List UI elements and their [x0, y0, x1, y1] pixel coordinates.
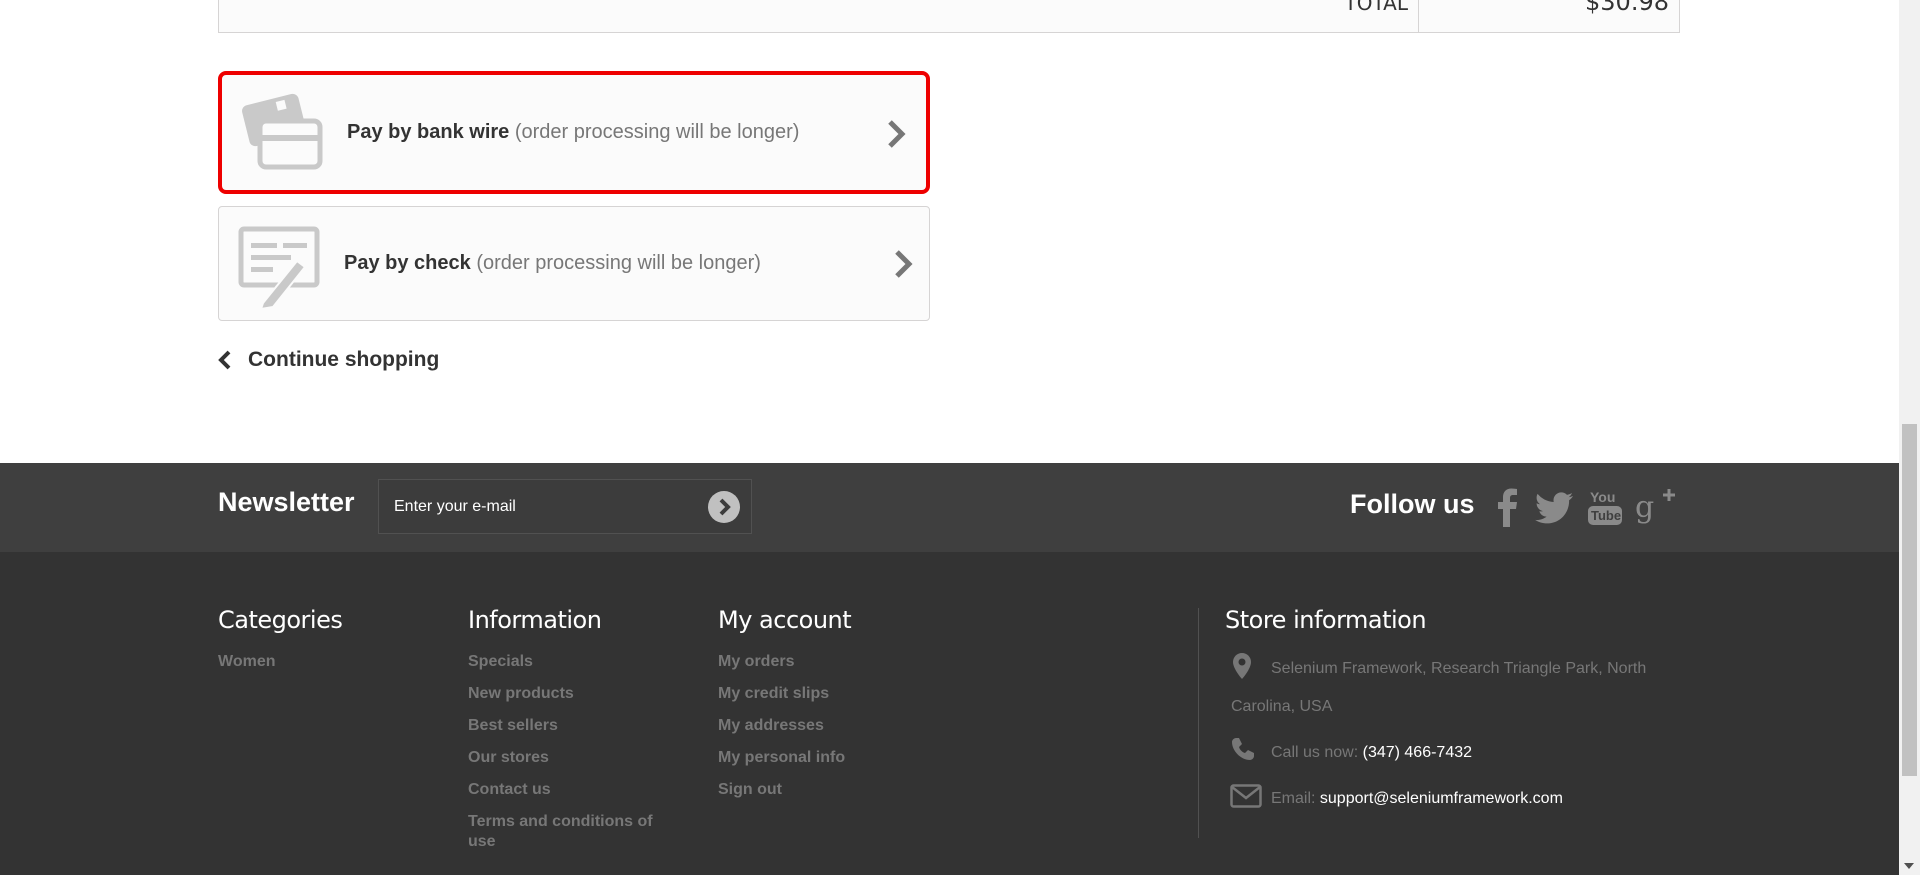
chevron-right-icon	[888, 120, 906, 148]
google-plus-icon[interactable]: g	[1635, 487, 1675, 527]
categories-title: Categories	[218, 606, 343, 634]
bank-card-icon	[242, 93, 323, 170]
newsletter-band: Newsletter Follow us You Tube g	[0, 463, 1899, 552]
cart-total-row: TOTAL $30.98	[218, 0, 1680, 33]
store-phone: (347) 466-7432	[1362, 744, 1473, 761]
store-address-line2: Carolina, USA	[1231, 698, 1333, 715]
footer-link-my-orders[interactable]: My orders	[718, 652, 918, 672]
phone-icon	[1232, 738, 1254, 760]
continue-shopping-label: Continue shopping	[248, 348, 440, 371]
pay-bank-wire-option[interactable]: Pay by bank wire (order processing will …	[218, 71, 930, 194]
newsletter-title: Newsletter	[218, 487, 355, 517]
footer-link-new-products[interactable]: New products	[468, 684, 668, 704]
email-label: Email:	[1271, 790, 1316, 807]
footer-link-sign-out[interactable]: Sign out	[718, 780, 918, 800]
youtube-icon[interactable]: You Tube	[1586, 487, 1626, 527]
call-us-label: Call us now:	[1271, 744, 1359, 761]
continue-shopping-link[interactable]: Continue shopping	[218, 346, 439, 374]
map-marker-icon	[1233, 653, 1251, 679]
store-email-link[interactable]: support@seleniumframework.com	[1320, 790, 1563, 807]
my-account-list: My orders My credit slips My addresses M…	[718, 652, 918, 812]
store-divider	[1198, 608, 1199, 838]
twitter-icon[interactable]	[1535, 487, 1575, 527]
categories-list: Women	[218, 652, 418, 684]
chevron-right-icon	[895, 250, 913, 278]
svg-text:You: You	[1590, 489, 1615, 505]
footer-link-credit-slips[interactable]: My credit slips	[718, 684, 918, 704]
footer-link-women[interactable]: Women	[218, 652, 418, 672]
pay-check-label: Pay by check	[344, 252, 471, 274]
follow-us-title: Follow us	[1350, 489, 1475, 519]
svg-text:g: g	[1635, 490, 1654, 525]
svg-text:Tube: Tube	[1591, 508, 1621, 523]
pay-check-note: (order processing will be longer)	[476, 252, 761, 274]
scrollbar-thumb[interactable]	[1902, 424, 1917, 776]
store-email-line: Email: support@seleniumframework.com	[1271, 790, 1563, 808]
store-address-line1: Selenium Framework, Research Triangle Pa…	[1271, 660, 1647, 677]
pay-bank-wire-text: Pay by bank wire (order processing will …	[347, 121, 799, 144]
total-label: TOTAL	[219, 0, 1419, 32]
newsletter-form	[378, 479, 752, 534]
arrow-right-icon	[719, 498, 731, 516]
footer-link-terms[interactable]: Terms and conditions of use	[468, 812, 668, 852]
footer-link-our-stores[interactable]: Our stores	[468, 748, 668, 768]
my-account-title: My account	[718, 606, 852, 634]
newsletter-submit-button[interactable]	[708, 491, 740, 523]
envelope-icon	[1230, 784, 1262, 808]
facebook-icon[interactable]	[1488, 487, 1528, 527]
total-value: $30.98	[1585, 0, 1669, 16]
pay-check-option[interactable]: Pay by check (order processing will be l…	[218, 206, 930, 321]
newsletter-email-input[interactable]	[379, 480, 699, 533]
footer-link-personal-info[interactable]: My personal info	[718, 748, 918, 768]
information-list: Specials New products Best sellers Our s…	[468, 652, 668, 864]
chevron-left-icon	[218, 350, 231, 370]
pay-check-text: Pay by check (order processing will be l…	[344, 252, 761, 275]
footer-link-addresses[interactable]: My addresses	[718, 716, 918, 736]
page-scrollbar[interactable]	[1899, 0, 1920, 875]
pay-bank-wire-label: Pay by bank wire	[347, 121, 510, 143]
scroll-down-arrow-icon[interactable]	[1904, 863, 1914, 869]
footer-link-specials[interactable]: Specials	[468, 652, 668, 672]
store-information-title: Store information	[1225, 606, 1427, 634]
footer: Categories Women Information Specials Ne…	[0, 552, 1899, 875]
footer-link-best-sellers[interactable]: Best sellers	[468, 716, 668, 736]
pay-bank-wire-note: (order processing will be longer)	[514, 121, 800, 143]
check-pen-icon	[238, 226, 320, 309]
information-title: Information	[468, 606, 602, 634]
footer-link-contact-us[interactable]: Contact us	[468, 780, 668, 800]
store-phone-line: Call us now: (347) 466-7432	[1271, 744, 1472, 762]
